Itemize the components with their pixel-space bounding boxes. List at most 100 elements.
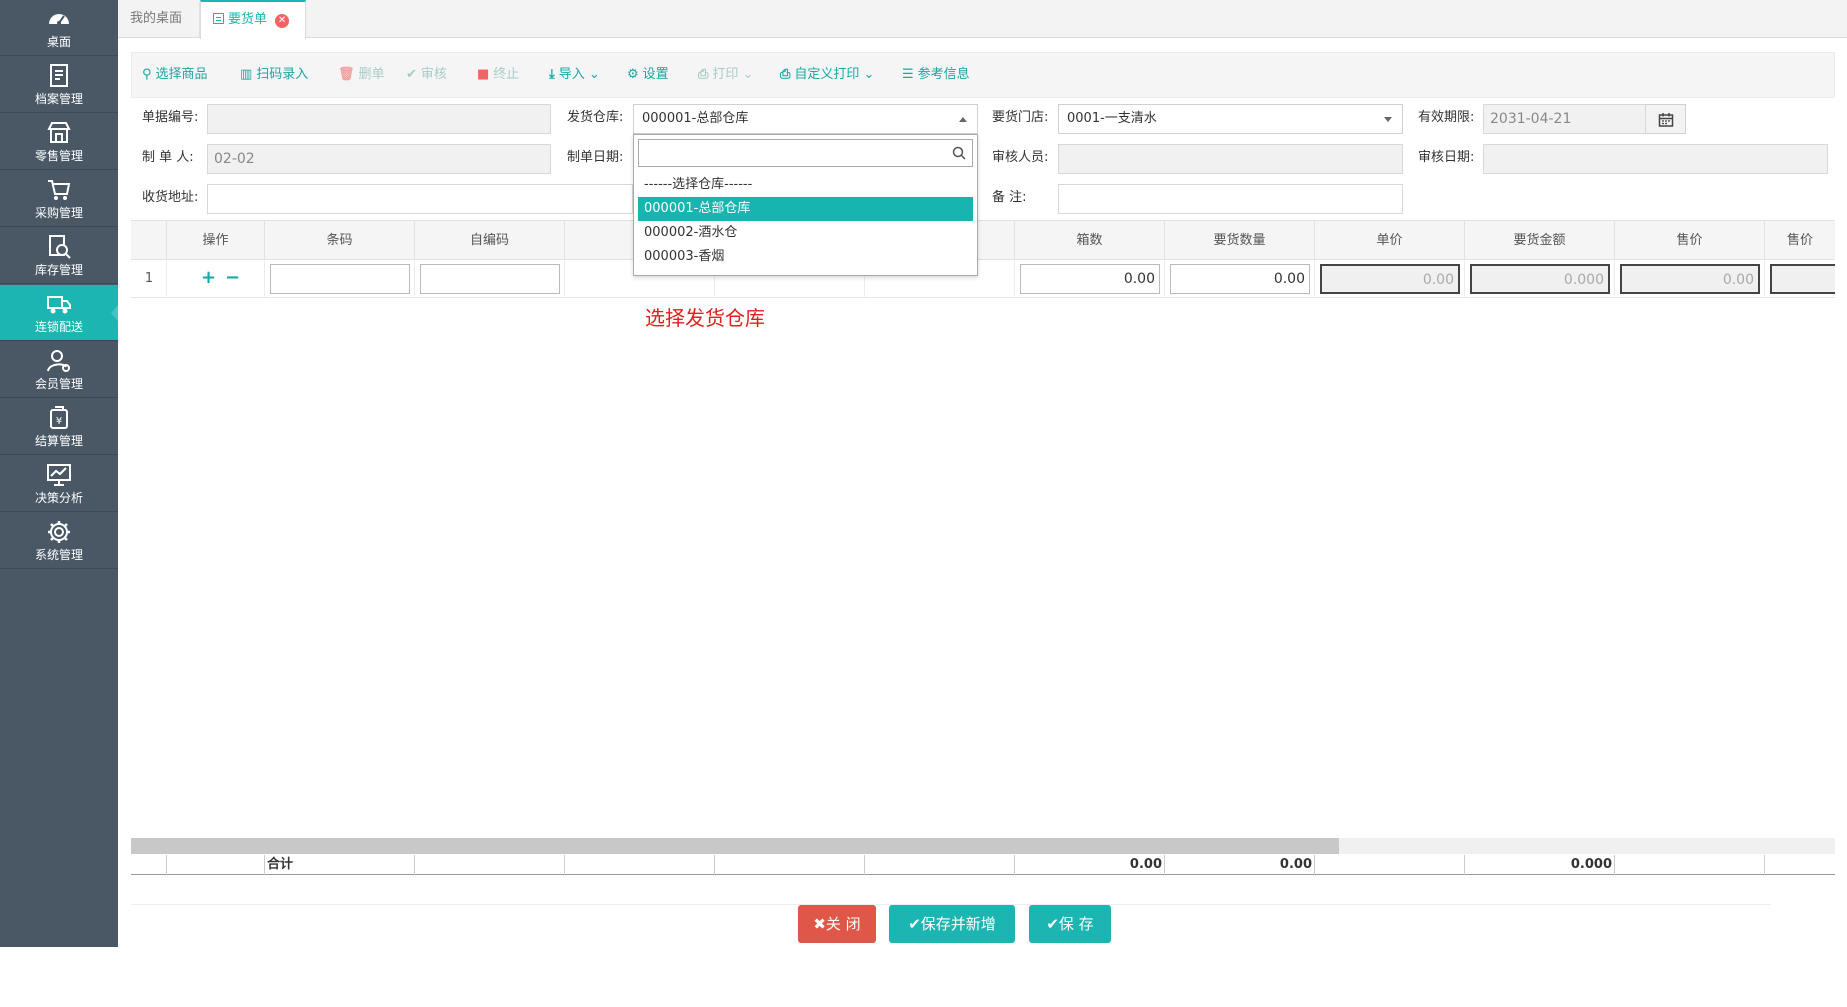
sidebar-item-archive[interactable]: 档案管理 [0,57,118,113]
remark-field[interactable] [1058,184,1403,214]
sale-price-2-input[interactable] [1770,264,1835,294]
chart-icon [45,461,73,489]
sidebar-item-label: 采购管理 [34,206,83,220]
cart-icon [45,176,73,204]
cell-rownum [131,260,167,298]
amount-input[interactable]: 0.000 [1470,264,1610,294]
add-row-icon[interactable]: + [201,269,216,287]
store-select[interactable]: 0001-一支清水 [1058,104,1403,134]
approver-label: 审核人员: [992,150,1049,165]
doc-no-field[interactable] [207,104,551,134]
header-operation: 操作 [167,221,265,260]
horizontal-scrollbar[interactable] [131,838,1835,854]
warehouse-select[interactable]: 000001-总部仓库 [633,104,978,134]
dropdown-option-selected[interactable]: 000001-总部仓库 [638,197,973,221]
chevron-down-icon: ⌄ [738,67,754,82]
check-icon: ✔ [406,67,417,82]
gear-icon: ⚙ [627,67,639,82]
tab-my-desktop[interactable]: 我的桌面 [118,2,200,38]
tab-requisition[interactable]: 要货单 ✕ [200,0,306,39]
import-user-icon: ⤓ [549,67,555,82]
sidebar-item-settlement[interactable]: ¥ 结算管理 [0,399,118,455]
dropdown-option[interactable]: 000002-酒水仓 [638,221,973,245]
tab-label: 我的桌面 [130,11,183,26]
caret-down-icon [1384,117,1392,122]
header-self-code: 自编码 [415,221,565,260]
sidebar-item-purchase[interactable]: 采购管理 [0,171,118,227]
calendar-icon [1658,113,1674,127]
header-qty: 要货数量 [1165,221,1315,260]
scrollbar-thumb[interactable] [131,838,1339,854]
total-qty: 0.00 [1165,855,1315,875]
sidebar-item-inventory[interactable]: 库存管理 [0,228,118,284]
approve-button[interactable]: ✔ 审核 [406,53,447,97]
sidebar-item-label: 桌面 [46,35,71,49]
sidebar-item-analysis[interactable]: 决策分析 [0,456,118,512]
dropdown-option[interactable]: 000003-香烟 [638,245,973,269]
search-icon: ⚲ [142,67,152,82]
delete-button[interactable]: 🗑 删单 [338,53,385,97]
cell-boxes: 0.00 [1015,260,1165,298]
cell-sale-price: 0.00 [1615,260,1765,298]
barcode-input[interactable] [270,264,410,294]
expiry-date-field[interactable]: 2031-04-21 [1483,104,1646,134]
calendar-button[interactable] [1646,104,1686,134]
maker-field[interactable]: 02-02 [207,144,551,174]
sidebar-item-label: 决策分析 [34,491,83,505]
save-button[interactable]: ✔保 存 [1029,905,1111,943]
sidebar-item-distribution[interactable]: 连锁配送 [0,285,118,341]
store-label: 要货门店: [992,110,1049,125]
save-and-new-button[interactable]: ✔保存并新增 [889,905,1015,943]
boxes-input[interactable]: 0.00 [1020,264,1160,294]
tab-bar: 我的桌面 要货单 ✕ [118,0,1847,39]
header-boxes: 箱数 [1015,221,1165,260]
header-amount: 要货金额 [1465,221,1615,260]
dropdown-option[interactable]: ------选择仓库------ [638,173,973,197]
select-goods-button[interactable]: ⚲ 选择商品 [142,53,208,97]
print-button[interactable]: ⎙ 打印 ⌄ [698,53,753,97]
remove-row-icon[interactable]: − [225,269,240,287]
total-cell-unit-price [1315,855,1465,875]
terminate-button[interactable]: ■ 终止 [477,53,519,97]
address-field[interactable] [207,184,633,214]
self-code-input[interactable] [420,264,560,294]
unit-price-input[interactable]: 0.00 [1320,264,1460,294]
warehouse-dropdown: ------选择仓库------ 000001-总部仓库 000002-酒水仓 … [633,134,978,276]
close-button[interactable]: ✖关 闭 [798,905,876,943]
approve-date-field[interactable] [1483,144,1828,174]
sidebar-item-system[interactable]: 系统管理 [0,513,118,569]
total-label: 合计 [265,855,415,875]
sidebar-item-label: 库存管理 [34,263,83,277]
printer-icon: ⎙ [698,67,709,82]
stop-icon: ■ [477,67,490,82]
cell-operation: + − [167,260,265,298]
app-root: 桌面 档案管理 零售管理 采购管理 库存管理 连锁配送 会员管理 ¥ 结算管理 … [0,0,1847,1007]
reference-info-button[interactable]: ☰ 参考信息 [902,53,970,97]
dropdown-search-input[interactable] [638,139,973,167]
archive-icon [45,62,73,90]
document-icon [213,13,224,24]
sidebar-item-desktop[interactable]: 桌面 [0,0,118,56]
total-boxes: 0.00 [1015,855,1165,875]
inventory-search-icon [45,233,73,261]
qty-input[interactable]: 0.00 [1170,264,1310,294]
import-button[interactable]: ⤓ 导入 ⌄ [549,53,600,97]
make-date-label: 制单日期: [567,150,624,165]
total-cell-sale-price [1615,855,1765,875]
approver-field[interactable] [1058,144,1403,174]
sale-price-input[interactable]: 0.00 [1620,264,1760,294]
total-cell-self-code [415,855,565,875]
sidebar-item-member[interactable]: 会员管理 [0,342,118,398]
approve-date-label: 审核日期: [1418,150,1475,165]
chevron-down-icon: ⌄ [584,67,600,82]
close-icon[interactable]: ✕ [275,14,290,28]
custom-print-button[interactable]: ⎙ 自定义打印 ⌄ [780,53,874,97]
svg-text:¥: ¥ [56,416,62,427]
total-cell-col4 [565,855,715,875]
sidebar-item-retail[interactable]: 零售管理 [0,114,118,170]
settings-button[interactable]: ⚙ 设置 [627,53,669,97]
cell-barcode [265,260,415,298]
scan-entry-button[interactable]: ▥ 扫码录入 [240,53,308,97]
cell-qty: 0.00 [1165,260,1315,298]
header-sale-price-2: 售价 [1786,233,1813,248]
